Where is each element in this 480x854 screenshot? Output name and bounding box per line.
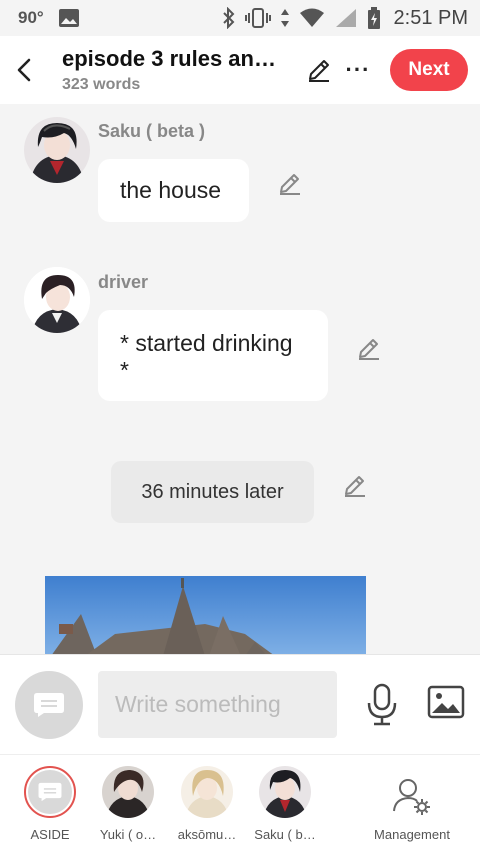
back-button[interactable] [0, 36, 48, 104]
more-options-button[interactable]: ··· [340, 53, 376, 87]
message-bubble[interactable]: * started drinking * [98, 310, 328, 401]
aside-avatar [24, 766, 76, 818]
story-chat-area[interactable]: Saku ( beta ) the house driver * started… [0, 104, 480, 654]
speaker-name: driver [98, 272, 149, 292]
edit-message-icon[interactable] [277, 170, 303, 196]
status-bar: 90° 2:51 PM [0, 0, 480, 36]
edit-message-icon[interactable] [356, 335, 382, 361]
character-label: aksōmu… [177, 827, 237, 842]
character-yuki[interactable]: Yuki ( o… [93, 755, 163, 854]
character-saku[interactable]: Saku ( b… [250, 755, 320, 854]
character-bar: ASIDE Yuki ( o… aksōmu… Saku ( b… Manage… [0, 754, 480, 854]
editor-header: episode 3 rules an… 323 words ··· Next [0, 36, 480, 104]
character-aksomu[interactable]: aksōmu… [172, 755, 242, 854]
avatar-saku[interactable] [24, 117, 90, 183]
aside-toggle-button[interactable] [15, 671, 83, 739]
title-block: episode 3 rules an… 323 words [62, 46, 290, 94]
wifi-icon [299, 8, 324, 27]
edit-narration-icon[interactable] [342, 472, 368, 498]
avatar-saku-small [259, 766, 311, 818]
bluetooth-icon [222, 7, 234, 29]
compose-bar: Write something [0, 654, 480, 754]
status-right: 2:51 PM [222, 7, 468, 30]
page-title[interactable]: episode 3 rules an… [62, 46, 290, 72]
character-label: Yuki ( o… [99, 827, 157, 842]
word-count: 323 words [62, 76, 141, 93]
character-label: Saku ( b… [254, 827, 316, 842]
chat-bubble-icon [34, 693, 64, 717]
avatar-driver[interactable] [24, 267, 90, 333]
character-label: ASIDE [30, 827, 70, 842]
user-settings-icon [393, 779, 430, 815]
pencil-icon [309, 60, 329, 82]
status-left: 90° [18, 8, 80, 28]
edit-title-button[interactable] [302, 53, 336, 87]
chevron-left-icon [17, 58, 31, 82]
narration-bubble[interactable]: 36 minutes later [111, 461, 314, 523]
message-bubble[interactable]: the house [98, 159, 249, 222]
battery-icon [367, 7, 380, 29]
avatar-aksomu [181, 766, 233, 818]
management-label: Management [374, 827, 450, 842]
microphone-icon[interactable] [364, 683, 400, 727]
image-icon [58, 9, 79, 27]
chat-bubble-icon [38, 782, 62, 802]
data-arrows-icon [280, 9, 289, 27]
message-input[interactable]: Write something [98, 671, 337, 738]
house-photo[interactable] [45, 576, 366, 654]
image-upload-icon[interactable] [427, 685, 465, 721]
next-button[interactable]: Next [390, 49, 468, 91]
signal-icon [335, 9, 356, 27]
vibrate-icon [244, 8, 271, 28]
temperature-indicator: 90° [18, 8, 44, 27]
speaker-name: Saku ( beta ) [98, 121, 206, 141]
management-button[interactable]: Management [362, 755, 462, 854]
avatar-yuki [102, 766, 154, 818]
clock: 2:51 PM [393, 6, 468, 29]
